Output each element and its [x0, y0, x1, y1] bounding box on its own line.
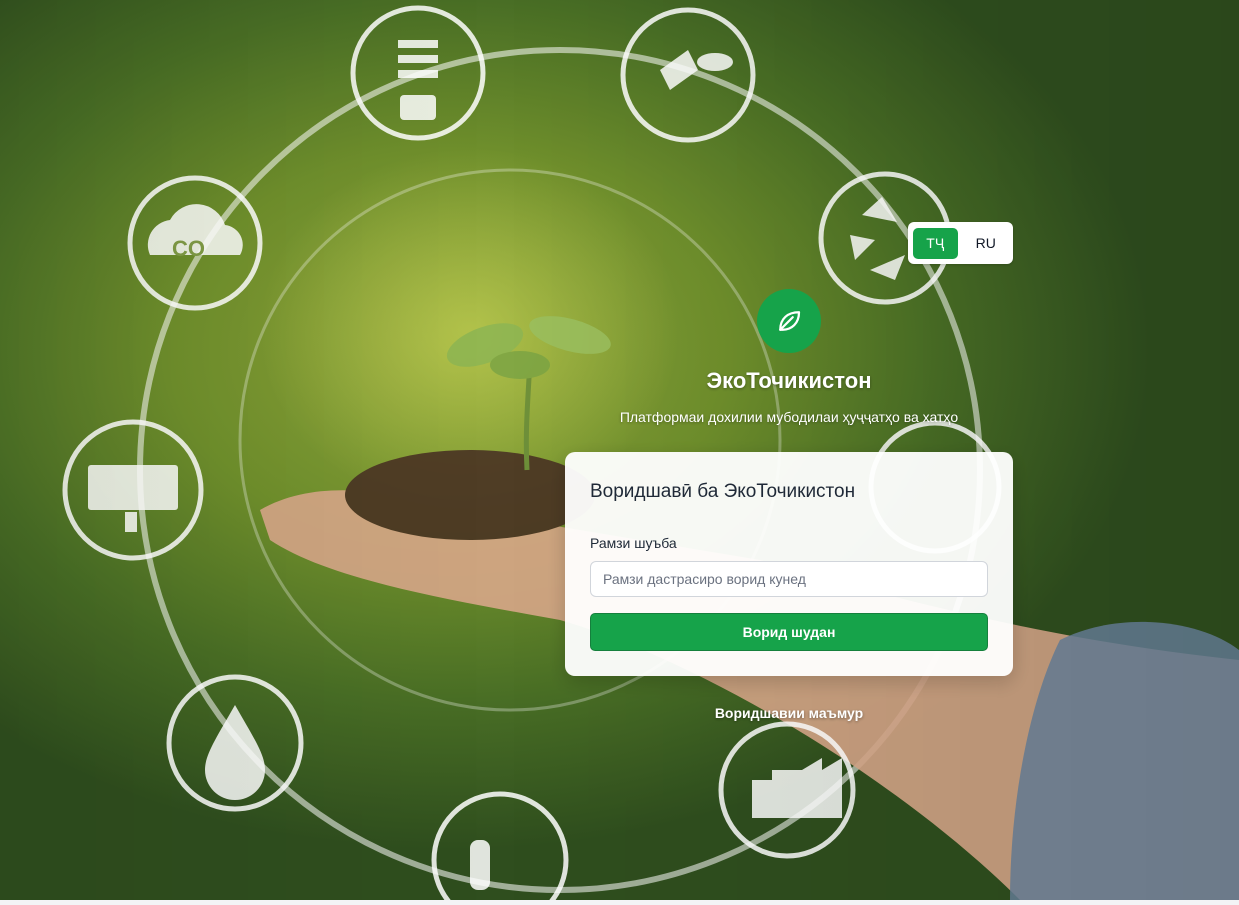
footer-strip: [0, 900, 1239, 905]
plug-leaf-icon: [620, 7, 756, 143]
water-drop-icon: [166, 674, 304, 812]
co2-cloud-icon: [127, 175, 263, 311]
language-switch: ТҶ RU: [908, 222, 1013, 264]
code-field-label: Рамзи шуъба: [590, 535, 677, 551]
login-card: Воридшавӣ ба ЭкоТочикистон Рамзи шуъба В…: [565, 452, 1013, 676]
solar-panel-icon: [62, 419, 204, 561]
login-submit-button[interactable]: Ворид шудан: [590, 613, 988, 651]
eco-ring-decoration: CO: [62, 5, 1239, 900]
background-image: CO: [0, 0, 1239, 900]
admin-login-link[interactable]: Воридшавии маъмур: [689, 705, 889, 721]
lang-ru-button[interactable]: RU: [964, 228, 1009, 259]
access-code-input[interactable]: [590, 561, 988, 597]
lab-flask-icon: [431, 791, 569, 900]
factory-leaf-icon: [718, 721, 856, 859]
login-card-title: Воридшавӣ ба ЭкоТочикистон: [590, 481, 856, 502]
brand-title: ЭкоТочикистон: [706, 368, 872, 393]
leaf-icon: [779, 311, 801, 331]
lang-tj-button[interactable]: ТҶ: [913, 227, 958, 259]
lightbulb-icon: [350, 5, 486, 141]
brand-subtitle: Платформаи дохилии мубодилаи ҳуҷҷатҳо ва…: [619, 409, 959, 425]
svg-text:CO: CO: [172, 236, 205, 261]
brand-logo: [757, 289, 821, 353]
